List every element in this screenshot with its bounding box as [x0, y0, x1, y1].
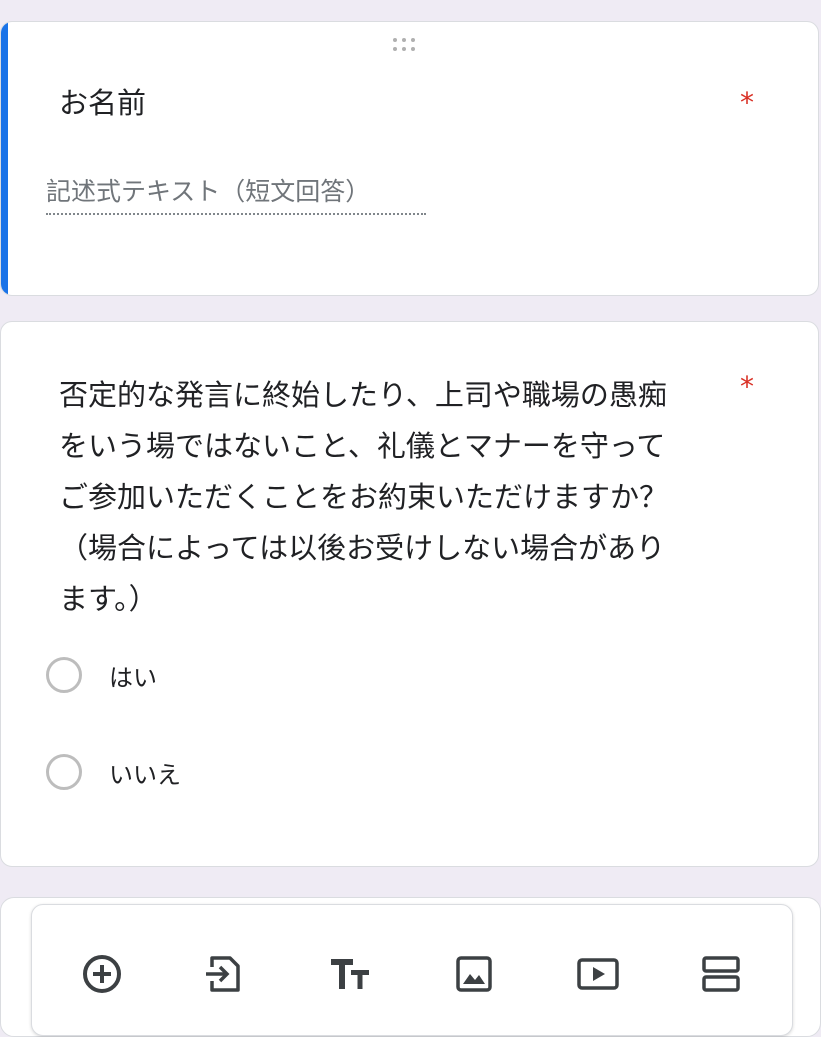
add-video-button[interactable]: [576, 952, 620, 996]
option-label: はい: [109, 663, 157, 692]
required-asterisk: *: [740, 86, 754, 119]
question-card-name[interactable]: お名前 *: [0, 21, 819, 296]
section-icon: [702, 956, 740, 992]
question-title: 否定的な発言に終始したり、上司や職場の愚痴 をいう場ではないこと、礼儀とマナーを…: [59, 378, 669, 616]
required-asterisk: *: [740, 370, 754, 403]
add-circle-icon: [83, 955, 121, 993]
title-text-icon: [331, 959, 369, 989]
active-card-accent: [1, 22, 8, 295]
video-icon: [577, 958, 619, 990]
radio-button[interactable]: [46, 657, 82, 693]
add-question-button[interactable]: [80, 952, 124, 996]
drag-handle-icon[interactable]: [393, 36, 425, 56]
image-icon: [456, 956, 492, 992]
form-toolbar: [31, 904, 793, 1036]
question-card-consent[interactable]: 否定的な発言に終始したり、上司や職場の愚痴 をいう場ではないこと、礼儀とマナーを…: [0, 321, 819, 867]
option-no[interactable]: いいえ: [46, 750, 181, 794]
radio-button[interactable]: [46, 754, 82, 790]
add-section-button[interactable]: [699, 952, 743, 996]
option-yes[interactable]: はい: [46, 653, 157, 697]
question-title: お名前: [59, 86, 147, 120]
short-answer-input[interactable]: [46, 169, 426, 215]
import-questions-icon: [206, 956, 240, 992]
import-questions-button[interactable]: [203, 952, 247, 996]
add-title-description-button[interactable]: [328, 952, 372, 996]
add-image-button[interactable]: [452, 952, 496, 996]
option-label: いいえ: [109, 760, 181, 789]
